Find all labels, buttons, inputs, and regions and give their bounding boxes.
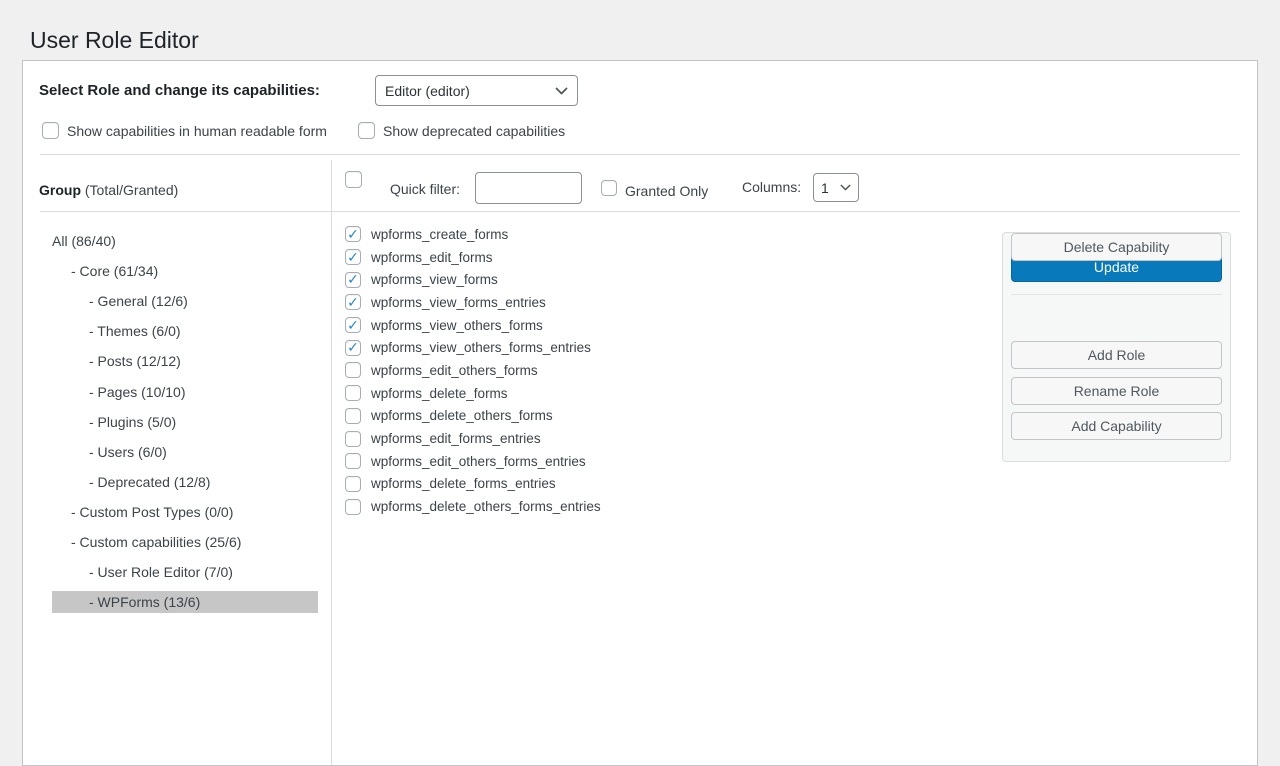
capability-checkbox[interactable]: [345, 408, 361, 424]
capability-checkbox[interactable]: [345, 294, 361, 310]
columns-select-value: 1: [821, 180, 829, 196]
group-tree-item-themes[interactable]: - Themes (6/0): [23, 316, 331, 346]
capability-checkbox[interactable]: [345, 272, 361, 288]
capability-row: wpforms_delete_forms: [345, 382, 601, 405]
group-tree-item-custom-capabilities[interactable]: - Custom capabilities (25/6): [23, 527, 331, 557]
capabilities-list: wpforms_create_forms wpforms_edit_forms …: [345, 223, 601, 518]
group-tree-item-all[interactable]: All (86/40): [23, 226, 331, 256]
capability-row: wpforms_create_forms: [345, 223, 601, 246]
capability-row: wpforms_view_forms: [345, 268, 601, 291]
groups-tree: All (86/40) - Core (61/34) - General (12…: [23, 226, 331, 617]
capability-checkbox[interactable]: [345, 453, 361, 469]
show-human-readable-checkbox[interactable]: [42, 122, 59, 139]
group-tree-item-pages[interactable]: - Pages (10/10): [23, 376, 331, 406]
capability-checkbox[interactable]: [345, 249, 361, 265]
group-tree-item-posts[interactable]: - Posts (12/12): [23, 346, 331, 376]
group-tree-item-custom-post-types[interactable]: - Custom Post Types (0/0): [23, 497, 331, 527]
capability-row: wpforms_view_others_forms: [345, 314, 601, 337]
add-capability-button[interactable]: Add Capability: [1011, 412, 1222, 440]
show-deprecated-checkbox[interactable]: [358, 122, 375, 139]
group-tree-item-plugins[interactable]: - Plugins (5/0): [23, 407, 331, 437]
capability-checkbox[interactable]: [345, 385, 361, 401]
capability-checkbox[interactable]: [345, 362, 361, 378]
group-tree-item-core[interactable]: - Core (61/34): [23, 256, 331, 286]
divider: [40, 154, 1240, 155]
divider: [40, 211, 1240, 212]
capability-row: wpforms_delete_others_forms_entries: [345, 495, 601, 518]
rename-role-button[interactable]: Rename Role: [1011, 377, 1222, 405]
group-tree-item-user-role-editor[interactable]: - User Role Editor (7/0): [23, 557, 331, 587]
add-role-button[interactable]: Add Role: [1011, 341, 1222, 369]
quick-filter-label: Quick filter:: [390, 180, 460, 198]
quick-filter-input[interactable]: [475, 172, 582, 204]
capability-row: wpforms_delete_forms_entries: [345, 473, 601, 496]
group-tree-item-users[interactable]: - Users (6/0): [23, 437, 331, 467]
granted-only-label: Granted Only: [625, 182, 708, 200]
page-title: User Role Editor: [30, 26, 199, 55]
capability-checkbox[interactable]: [345, 499, 361, 515]
capability-checkbox[interactable]: [345, 340, 361, 356]
granted-only-checkbox[interactable]: [601, 180, 617, 196]
capability-checkbox[interactable]: [345, 476, 361, 492]
chevron-down-icon: [840, 184, 851, 191]
show-human-readable-label: Show capabilities in human readable form: [67, 122, 327, 140]
capability-row: wpforms_edit_forms: [345, 246, 601, 269]
group-tree-item-wpforms[interactable]: - WPForms (13/6): [23, 587, 331, 617]
user-role-editor-panel: Select Role and change its capabilities:…: [22, 60, 1258, 766]
select-role-label: Select Role and change its capabilities:: [39, 81, 320, 101]
columns-select[interactable]: 1: [813, 173, 859, 202]
capability-row: wpforms_view_others_forms_entries: [345, 336, 601, 359]
group-header-label: Group (Total/Granted): [39, 181, 178, 199]
delete-capability-button[interactable]: Delete Capability: [1011, 233, 1222, 261]
chevron-down-icon: [555, 87, 568, 95]
capability-row: wpforms_delete_others_forms: [345, 405, 601, 428]
capability-checkbox[interactable]: [345, 317, 361, 333]
capability-row: wpforms_edit_others_forms_entries: [345, 450, 601, 473]
group-tree-item-general[interactable]: - General (12/6): [23, 286, 331, 316]
capability-row: wpforms_edit_forms_entries: [345, 427, 601, 450]
actions-panel: Update Add Role Rename Role Add Capabili…: [1002, 232, 1231, 462]
capability-row: wpforms_edit_others_forms: [345, 359, 601, 382]
columns-label: Columns:: [742, 178, 801, 196]
group-tree-item-deprecated[interactable]: - Deprecated (12/8): [23, 467, 331, 497]
divider: [1011, 294, 1222, 295]
capability-row: wpforms_view_forms_entries: [345, 291, 601, 314]
column-divider: [331, 160, 332, 765]
show-deprecated-label: Show deprecated capabilities: [383, 122, 565, 140]
select-all-capabilities-checkbox[interactable]: [345, 171, 362, 188]
role-select[interactable]: Editor (editor): [375, 75, 578, 106]
role-select-value: Editor (editor): [385, 83, 470, 99]
capability-checkbox[interactable]: [345, 431, 361, 447]
capability-checkbox[interactable]: [345, 226, 361, 242]
